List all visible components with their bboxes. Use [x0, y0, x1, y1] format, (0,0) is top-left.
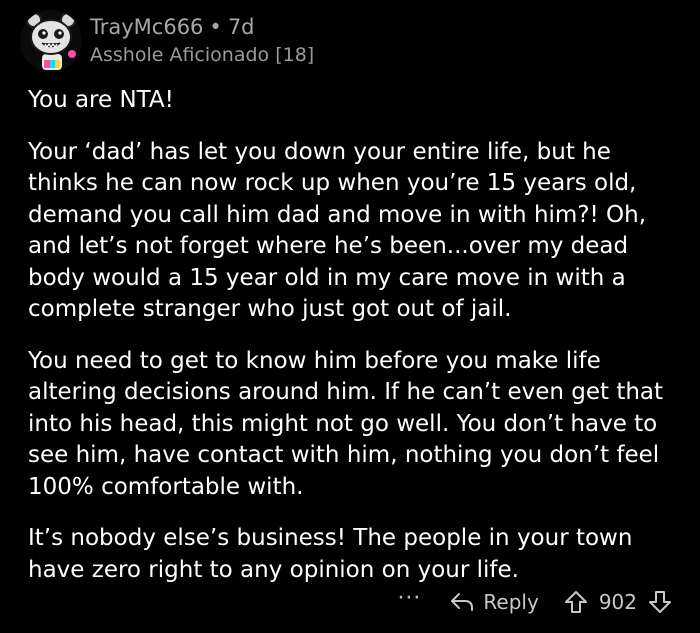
comment-age: 7d — [227, 15, 255, 39]
reply-arrow-icon — [451, 593, 474, 611]
comment-paragraph: You need to get to know him before you m… — [28, 347, 664, 500]
comment-paragraph: Your ‘dad’ has let you down your entire … — [28, 138, 647, 323]
comment-body: You are NTA! Your ‘dad’ has let you down… — [28, 85, 683, 606]
meta-separator: • — [209, 15, 222, 39]
comment-paragraph: You are NTA! — [28, 87, 174, 113]
vote-score: 902 — [598, 590, 637, 614]
user-flair: Asshole Aficionado [18] — [90, 44, 315, 66]
comment: TrayMc666 • 7d Asshole Aficionado [18] You… — [0, 0, 700, 633]
comment-paragraph: It’s nobody else’s business! The people … — [28, 525, 633, 583]
avatar[interactable] — [20, 10, 82, 72]
snoo-avatar-icon — [20, 10, 82, 72]
comment-meta: TrayMc666 • 7d Asshole Aficionado [18] — [90, 14, 314, 68]
comment-actions: ··· Reply 902 — [397, 586, 673, 618]
vote-controls: 902 — [563, 589, 673, 615]
reply-button[interactable]: Reply — [449, 590, 539, 614]
reply-label: Reply — [483, 590, 539, 614]
more-options-button[interactable]: ··· — [397, 588, 421, 615]
username[interactable]: TrayMc666 — [90, 15, 203, 39]
comment-header: TrayMc666 • 7d Asshole Aficionado [18] — [20, 10, 314, 74]
meta-line: TrayMc666 • 7d — [90, 14, 314, 40]
downvote-arrow-icon[interactable] — [647, 589, 673, 615]
upvote-arrow-icon[interactable] — [563, 589, 589, 615]
